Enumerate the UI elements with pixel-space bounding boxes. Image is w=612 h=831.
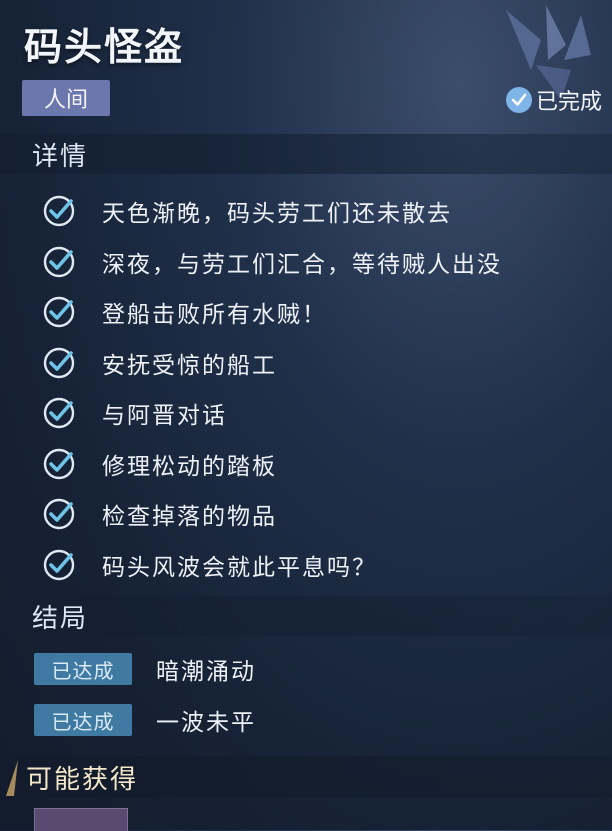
task-label: 修理松动的踏板 bbox=[102, 453, 277, 480]
quest-status-label: 已完成 bbox=[535, 90, 602, 115]
task-label: 码头风波会就此平息吗？ bbox=[102, 554, 377, 581]
completed-check-icon bbox=[505, 87, 532, 113]
task-item: 深夜，与劳工们汇合，等待贼人出没 bbox=[42, 237, 602, 288]
task-label: 深夜，与劳工们汇合，等待贼人出没 bbox=[102, 251, 502, 278]
task-label: 检查掉落的物品 bbox=[102, 504, 277, 531]
details-section-header: 详情 bbox=[0, 134, 612, 174]
task-check-icon bbox=[43, 246, 75, 277]
quest-category-tag: 人间 bbox=[22, 80, 110, 116]
task-check-icon bbox=[43, 297, 75, 328]
ending-item: 已达成 一波未平 bbox=[34, 703, 256, 737]
ending-achieved-badge: 已达成 bbox=[34, 704, 132, 736]
quest-title: 码头怪盗 bbox=[24, 25, 185, 69]
task-check-icon bbox=[43, 347, 75, 378]
task-item: 登船击败所有水贼！ bbox=[42, 287, 602, 338]
task-item: 码头风波会就此平息吗？ bbox=[42, 540, 602, 591]
details-section-title: 详情 bbox=[32, 141, 89, 172]
task-check-icon bbox=[43, 549, 75, 580]
task-check-icon bbox=[43, 499, 75, 530]
task-item: 修理松动的踏板 bbox=[42, 439, 602, 490]
reward-item-slot[interactable] bbox=[34, 808, 128, 831]
task-item: 天色渐晚，码头劳工们还未散去 bbox=[42, 186, 602, 237]
rewards-ornament-icon bbox=[6, 760, 18, 796]
ending-item: 已达成 暗潮涌动 bbox=[34, 652, 256, 686]
ending-section-title: 结局 bbox=[32, 603, 89, 634]
task-item: 与阿晋对话 bbox=[42, 388, 602, 439]
rewards-section-title: 可能获得 bbox=[26, 764, 139, 795]
task-label: 登船击败所有水贼！ bbox=[102, 302, 327, 329]
ending-label: 一波未平 bbox=[156, 710, 256, 736]
task-check-icon bbox=[43, 448, 75, 479]
quest-status: 已完成 bbox=[505, 84, 602, 116]
task-check-icon bbox=[43, 398, 75, 429]
task-label: 天色渐晚，码头劳工们还未散去 bbox=[102, 201, 452, 228]
ending-section-header: 结局 bbox=[0, 596, 612, 636]
task-item: 安抚受惊的船工 bbox=[42, 338, 602, 389]
task-label: 安抚受惊的船工 bbox=[102, 352, 277, 379]
task-check-icon bbox=[43, 196, 75, 227]
rewards-section-header: 可能获得 bbox=[0, 756, 612, 798]
task-item: 检查掉落的物品 bbox=[42, 489, 602, 540]
ending-label: 暗潮涌动 bbox=[156, 659, 256, 685]
task-list: 天色渐晚，码头劳工们还未散去深夜，与劳工们汇合，等待贼人出没 登船击败所有水贼！ 安… bbox=[42, 186, 602, 590]
task-label: 与阿晋对话 bbox=[102, 403, 227, 430]
ending-achieved-badge: 已达成 bbox=[34, 653, 132, 685]
